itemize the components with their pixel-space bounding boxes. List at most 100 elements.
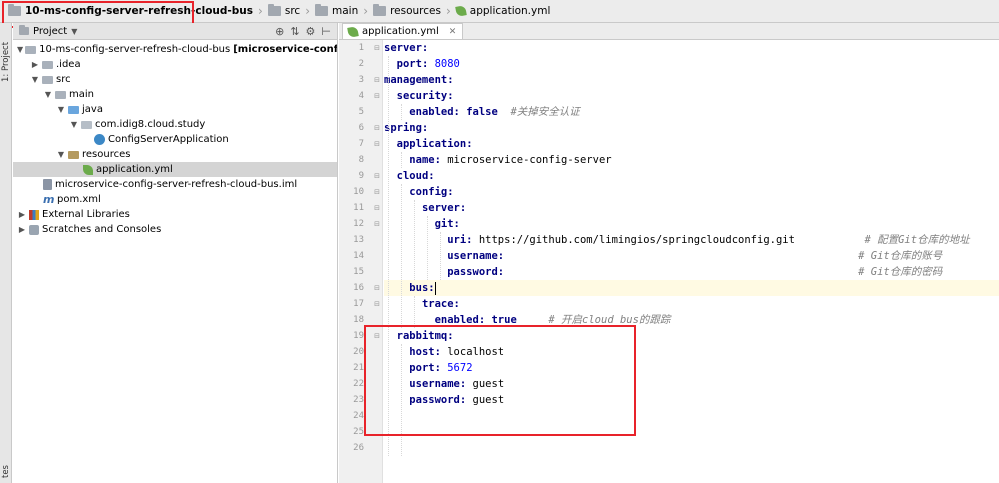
tree-item-package[interactable]: ▼ com.idig8.cloud.study (13, 117, 337, 132)
yaml-value: false (466, 106, 498, 118)
chevron-down-icon[interactable]: ▼ (69, 120, 79, 129)
tree-item-module-name: [microservice-config-server-refres (233, 44, 337, 55)
gear-icon[interactable]: ⚙ (306, 25, 316, 38)
fold-marker-icon[interactable]: ⊟ (373, 332, 381, 340)
folder-icon (42, 60, 53, 69)
chevron-down-icon[interactable]: ▼ (56, 150, 66, 159)
yaml-key: config: (409, 186, 454, 198)
chevron-down-icon[interactable]: ▼ (17, 45, 23, 54)
line-number: 4 (358, 91, 364, 101)
code-line: username: # Git仓库的账号 (384, 248, 999, 264)
tree-item-config-server-application[interactable]: ConfigServerApplication (13, 132, 337, 147)
tree-item-label: External Libraries (42, 209, 130, 220)
tree-item-main[interactable]: ▼ main (13, 87, 337, 102)
source-folder-icon (68, 105, 79, 114)
breadcrumb-main[interactable]: main (311, 0, 362, 23)
text-caret (434, 281, 436, 295)
line-number: 14 (353, 251, 364, 261)
fold-marker-icon[interactable]: ⊟ (373, 300, 381, 308)
tree-item-src[interactable]: ▼ src (13, 72, 337, 87)
yaml-key: bus: (409, 282, 435, 294)
structure-tool-tab[interactable]: tes (0, 463, 12, 481)
tree-item-application-yml[interactable]: application.yml (13, 162, 337, 177)
close-icon[interactable]: ✕ (449, 27, 457, 37)
line-number: 19 (353, 331, 364, 341)
tree-item-java[interactable]: ▼ java (13, 102, 337, 117)
chevron-right-icon[interactable]: ▶ (17, 225, 27, 234)
line-number: 12 (353, 219, 364, 229)
fold-marker-icon[interactable]: ⊟ (373, 172, 381, 180)
breadcrumb-project[interactable]: 10-ms-config-server-refresh-cloud-bus (4, 0, 257, 23)
tree-item-external-libraries[interactable]: ▶ External Libraries (13, 207, 337, 222)
breadcrumb-file[interactable]: application.yml (452, 0, 555, 23)
chevron-down-icon[interactable]: ▼ (56, 105, 66, 114)
project-panel-toolbar: ⊕ ⇅ ⚙ ⊢ (275, 23, 331, 40)
code-line: server: (384, 200, 999, 216)
fold-marker-icon[interactable]: ⊟ (373, 220, 381, 228)
chevron-down-icon[interactable]: ▼ (30, 75, 40, 84)
tree-item-scratches[interactable]: ▶ Scratches and Consoles (13, 222, 337, 237)
yaml-file-icon (454, 5, 467, 17)
chevron-right-icon[interactable]: ▶ (17, 210, 27, 219)
fold-marker-icon[interactable]: ⊟ (373, 92, 381, 100)
line-number: 26 (353, 443, 364, 453)
fold-marker-icon[interactable]: ⊟ (373, 284, 381, 292)
code-line: spring: (384, 120, 999, 136)
tab-application-yml[interactable]: application.yml ✕ (342, 23, 464, 39)
breadcrumb-resources[interactable]: resources (369, 0, 445, 23)
yaml-key: uri: (447, 234, 473, 246)
scroll-from-source-icon[interactable]: ⊕ (275, 25, 284, 38)
tree-item-label: java (82, 104, 103, 115)
breadcrumb-src[interactable]: src (264, 0, 304, 23)
fold-marker-icon[interactable]: ⊟ (373, 124, 381, 132)
tree-item-iml[interactable]: microservice-config-server-refresh-cloud… (13, 177, 337, 192)
code-line: server: (384, 40, 999, 56)
tree-item-pom[interactable]: m pom.xml (13, 192, 337, 207)
line-number: 5 (358, 107, 364, 117)
code-line: username: guest (384, 376, 999, 392)
project-tool-tab[interactable]: 1: Project (0, 27, 12, 97)
yaml-key: port: (409, 362, 441, 374)
chevron-down-icon[interactable]: ▼ (43, 90, 53, 99)
breadcrumb-label: src (284, 5, 301, 17)
collapse-all-icon[interactable]: ⇅ (290, 25, 299, 38)
yaml-key: cloud: (396, 170, 435, 182)
yaml-comment: # 配置Git仓库的地址 (864, 234, 970, 246)
fold-marker-icon[interactable]: ⊟ (373, 188, 381, 196)
project-panel-title[interactable]: Project (33, 26, 67, 37)
code-line: enabled: false #关掉安全认证 (384, 104, 999, 120)
code-line: git: (384, 216, 999, 232)
fold-marker-icon[interactable]: ⊟ (373, 204, 381, 212)
hide-panel-icon[interactable]: ⊢ (321, 25, 331, 38)
line-number: 18 (353, 315, 364, 325)
tree-item-resources[interactable]: ▼ resources (13, 147, 337, 162)
tree-item-label: ConfigServerApplication (108, 134, 229, 145)
yaml-key: security: (396, 90, 454, 102)
indent-guide (414, 200, 415, 280)
fold-marker-icon[interactable]: ⊟ (373, 44, 381, 52)
fold-marker-icon[interactable]: ⊟ (373, 76, 381, 84)
yaml-key: enabled: (409, 106, 460, 118)
folder-icon (373, 4, 387, 16)
code-line: management: (384, 72, 999, 88)
tree-item-idea[interactable]: ▶ .idea (13, 57, 337, 72)
code-area[interactable]: server: port: 8080 management: security:… (384, 40, 999, 483)
yaml-key: rabbitmq: (396, 330, 454, 342)
breadcrumb-label: 10-ms-config-server-refresh-cloud-bus (25, 5, 254, 17)
yaml-value: localhost (447, 346, 505, 358)
tree-item-label: resources (82, 149, 131, 160)
tree-item-project-root[interactable]: ▼ 10-ms-config-server-refresh-cloud-bus … (13, 42, 337, 57)
yaml-comment: #关掉安全认证 (510, 106, 580, 118)
breadcrumb-separator-icon: › (445, 4, 451, 18)
fold-marker-icon[interactable]: ⊟ (373, 140, 381, 148)
indent-guide (388, 56, 389, 456)
chevron-down-icon[interactable]: ▼ (71, 27, 77, 36)
project-tool-tab-label: 1: Project (1, 41, 11, 83)
tree-item-label: com.idig8.cloud.study (95, 119, 206, 130)
maven-file-icon: m (43, 193, 55, 206)
chevron-right-icon[interactable]: ▶ (30, 60, 40, 69)
code-line: rabbitmq: (384, 328, 999, 344)
code-line: port: 5672 (384, 360, 999, 376)
code-line: cloud: (384, 168, 999, 184)
